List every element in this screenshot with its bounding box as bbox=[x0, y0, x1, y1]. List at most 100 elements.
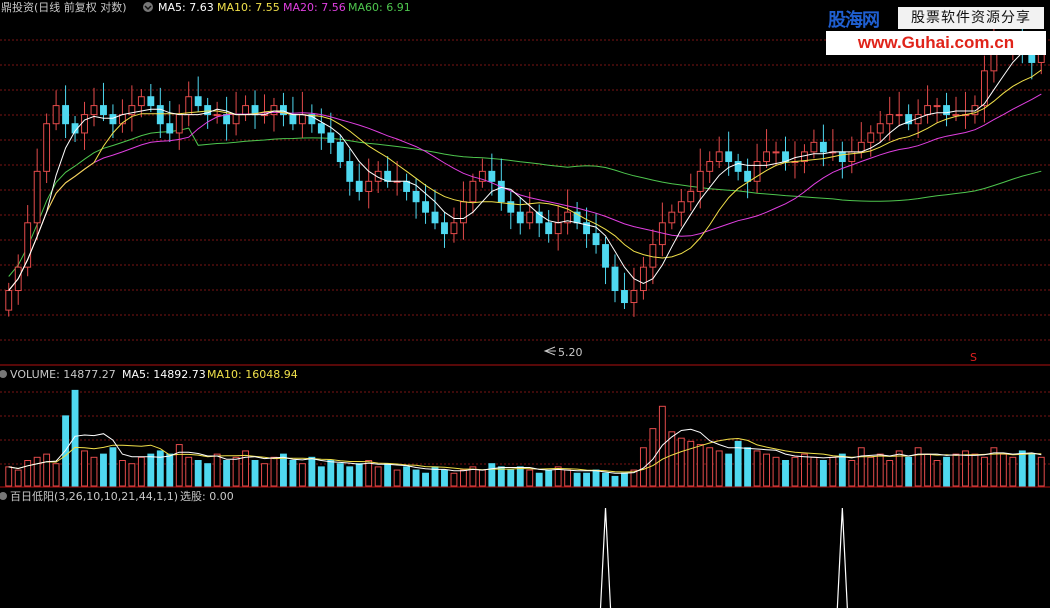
volume-bar bbox=[952, 453, 960, 487]
candle-body bbox=[876, 123, 884, 134]
candle-body bbox=[81, 114, 88, 134]
volume-bar bbox=[270, 456, 278, 487]
site-logo: 股海网 股票软件资源分享 www.Guhai.com.cn bbox=[826, 4, 1046, 56]
volume-bar bbox=[564, 469, 572, 487]
candle-body bbox=[166, 123, 174, 134]
volume-bar bbox=[43, 453, 51, 487]
candle-body bbox=[867, 132, 875, 143]
candle-body bbox=[725, 151, 733, 163]
volume-bar bbox=[52, 463, 60, 487]
candle-body bbox=[602, 244, 609, 268]
volume-bar bbox=[829, 456, 837, 487]
volume-bar bbox=[118, 460, 126, 487]
volume-bar bbox=[507, 469, 515, 487]
volume-bar bbox=[81, 450, 88, 487]
volume-bar bbox=[365, 460, 373, 487]
volume-bar bbox=[166, 453, 174, 487]
volume-bar bbox=[147, 453, 155, 487]
volume-bar bbox=[696, 444, 704, 487]
volume-bar bbox=[914, 447, 922, 487]
candle-body bbox=[109, 114, 117, 125]
volume-bar bbox=[90, 456, 98, 487]
candle-body bbox=[592, 233, 600, 246]
candle-body bbox=[649, 244, 657, 268]
candle-body bbox=[857, 141, 865, 153]
signal-mark: S bbox=[970, 351, 977, 364]
logo-tagline: 股票软件资源分享 bbox=[898, 7, 1044, 29]
candle-body bbox=[185, 96, 193, 116]
volume-bar bbox=[611, 475, 619, 487]
candle-body bbox=[696, 170, 704, 192]
volume-bar bbox=[933, 460, 941, 487]
candle-body bbox=[33, 170, 41, 224]
candle-body bbox=[687, 190, 695, 203]
volume-bar bbox=[441, 469, 448, 487]
volume-bar bbox=[422, 472, 429, 487]
candle-body bbox=[223, 114, 231, 125]
volume-bar bbox=[1018, 450, 1026, 487]
volume-settings-icon[interactable] bbox=[0, 370, 7, 378]
ma60-legend: MA60: 6.91 bbox=[348, 1, 411, 14]
volume-bar bbox=[924, 453, 932, 487]
candle-body bbox=[346, 161, 354, 182]
candle-body bbox=[90, 105, 98, 116]
volume-bar bbox=[763, 453, 770, 487]
volume-bar bbox=[128, 463, 136, 487]
volume-bar bbox=[298, 463, 306, 487]
candle-body bbox=[327, 132, 335, 143]
volume-bar bbox=[242, 450, 249, 487]
candle-body bbox=[365, 180, 373, 192]
volume-bar bbox=[71, 389, 79, 487]
candle-body bbox=[289, 114, 297, 125]
volume-bar bbox=[602, 472, 609, 487]
candle-body bbox=[952, 114, 960, 117]
candle-body bbox=[621, 290, 628, 304]
volume-bar bbox=[175, 444, 183, 487]
candle-body bbox=[753, 161, 761, 182]
volume-bar bbox=[725, 453, 733, 487]
volume-bar bbox=[905, 456, 913, 487]
candle-body bbox=[810, 141, 818, 153]
volume-bar bbox=[1028, 453, 1036, 487]
candle-body bbox=[668, 211, 676, 224]
volume-bar bbox=[791, 456, 799, 487]
stock-chart[interactable]: 鼎投资(日线 前复权 对数) MA5: 7.63 MA10: 7.55 MA20… bbox=[0, 0, 1050, 608]
volume-bar bbox=[943, 456, 950, 487]
candle-body bbox=[194, 96, 202, 107]
indicator-signals bbox=[599, 507, 848, 608]
indicator-settings-icon[interactable] bbox=[0, 492, 7, 500]
volume-bar bbox=[327, 460, 335, 487]
volume-bar bbox=[393, 469, 401, 487]
volume-bar bbox=[232, 456, 240, 487]
candle-body bbox=[554, 222, 562, 235]
volume-bar bbox=[478, 469, 486, 487]
volume-bar bbox=[819, 460, 827, 487]
volume-bars bbox=[5, 389, 1045, 487]
candle-body bbox=[545, 222, 553, 235]
candle-body bbox=[242, 105, 249, 116]
candle-body bbox=[838, 151, 846, 163]
volume-bar bbox=[810, 456, 818, 487]
volume-bar bbox=[289, 460, 297, 487]
volume-bar bbox=[336, 463, 344, 487]
candle-body bbox=[317, 123, 325, 134]
candle-body bbox=[497, 180, 505, 203]
indicator-legend: 百日低阳(3,26,10,10,21,44,1,1) bbox=[10, 490, 178, 503]
ma20-legend: MA20: 7.56 bbox=[283, 1, 346, 14]
volume-bar bbox=[14, 469, 22, 487]
candle-body bbox=[516, 211, 524, 224]
candle-body bbox=[488, 170, 496, 182]
candle-body bbox=[270, 105, 278, 116]
volume-bar bbox=[583, 472, 591, 487]
volume-bar bbox=[213, 453, 221, 487]
volume-bar bbox=[100, 453, 107, 487]
volume-bar bbox=[621, 472, 628, 487]
candle-body bbox=[630, 290, 638, 304]
candle-body bbox=[469, 180, 477, 203]
volume-ma10-legend: MA10: 16048.94 bbox=[207, 368, 298, 381]
candle-body bbox=[403, 180, 411, 192]
volume-bar bbox=[194, 460, 202, 487]
candle-body bbox=[772, 151, 780, 154]
candle-body bbox=[933, 105, 941, 108]
main-settings-icon[interactable] bbox=[143, 2, 153, 12]
